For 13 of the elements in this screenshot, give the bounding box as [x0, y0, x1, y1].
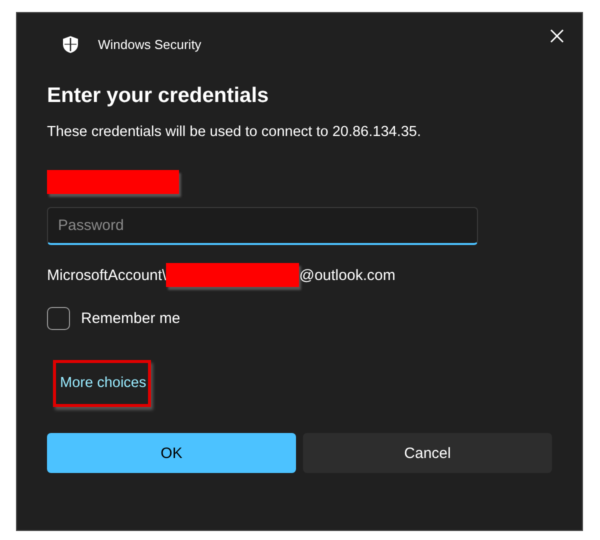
- dialog-heading: Enter your credentials: [47, 84, 270, 108]
- shield-icon: [63, 36, 78, 52]
- checkbox[interactable]: [47, 307, 70, 330]
- window-title: Windows Security: [98, 36, 202, 52]
- ok-button[interactable]: OK: [47, 433, 296, 473]
- account-text: @outlook.com: [299, 266, 396, 284]
- dialog-message: These credentials will be used to connect to 20.86.134.35.: [47, 124, 422, 140]
- more-choices-link[interactable]: More choices: [60, 375, 146, 391]
- checkbox-label: Remember me: [81, 310, 180, 327]
- password-field[interactable]: Password: [47, 207, 478, 245]
- cancel-button[interactable]: Cancel: [303, 433, 552, 473]
- close-icon[interactable]: [550, 29, 564, 43]
- account-text: MicrosoftAccount\: [47, 266, 166, 284]
